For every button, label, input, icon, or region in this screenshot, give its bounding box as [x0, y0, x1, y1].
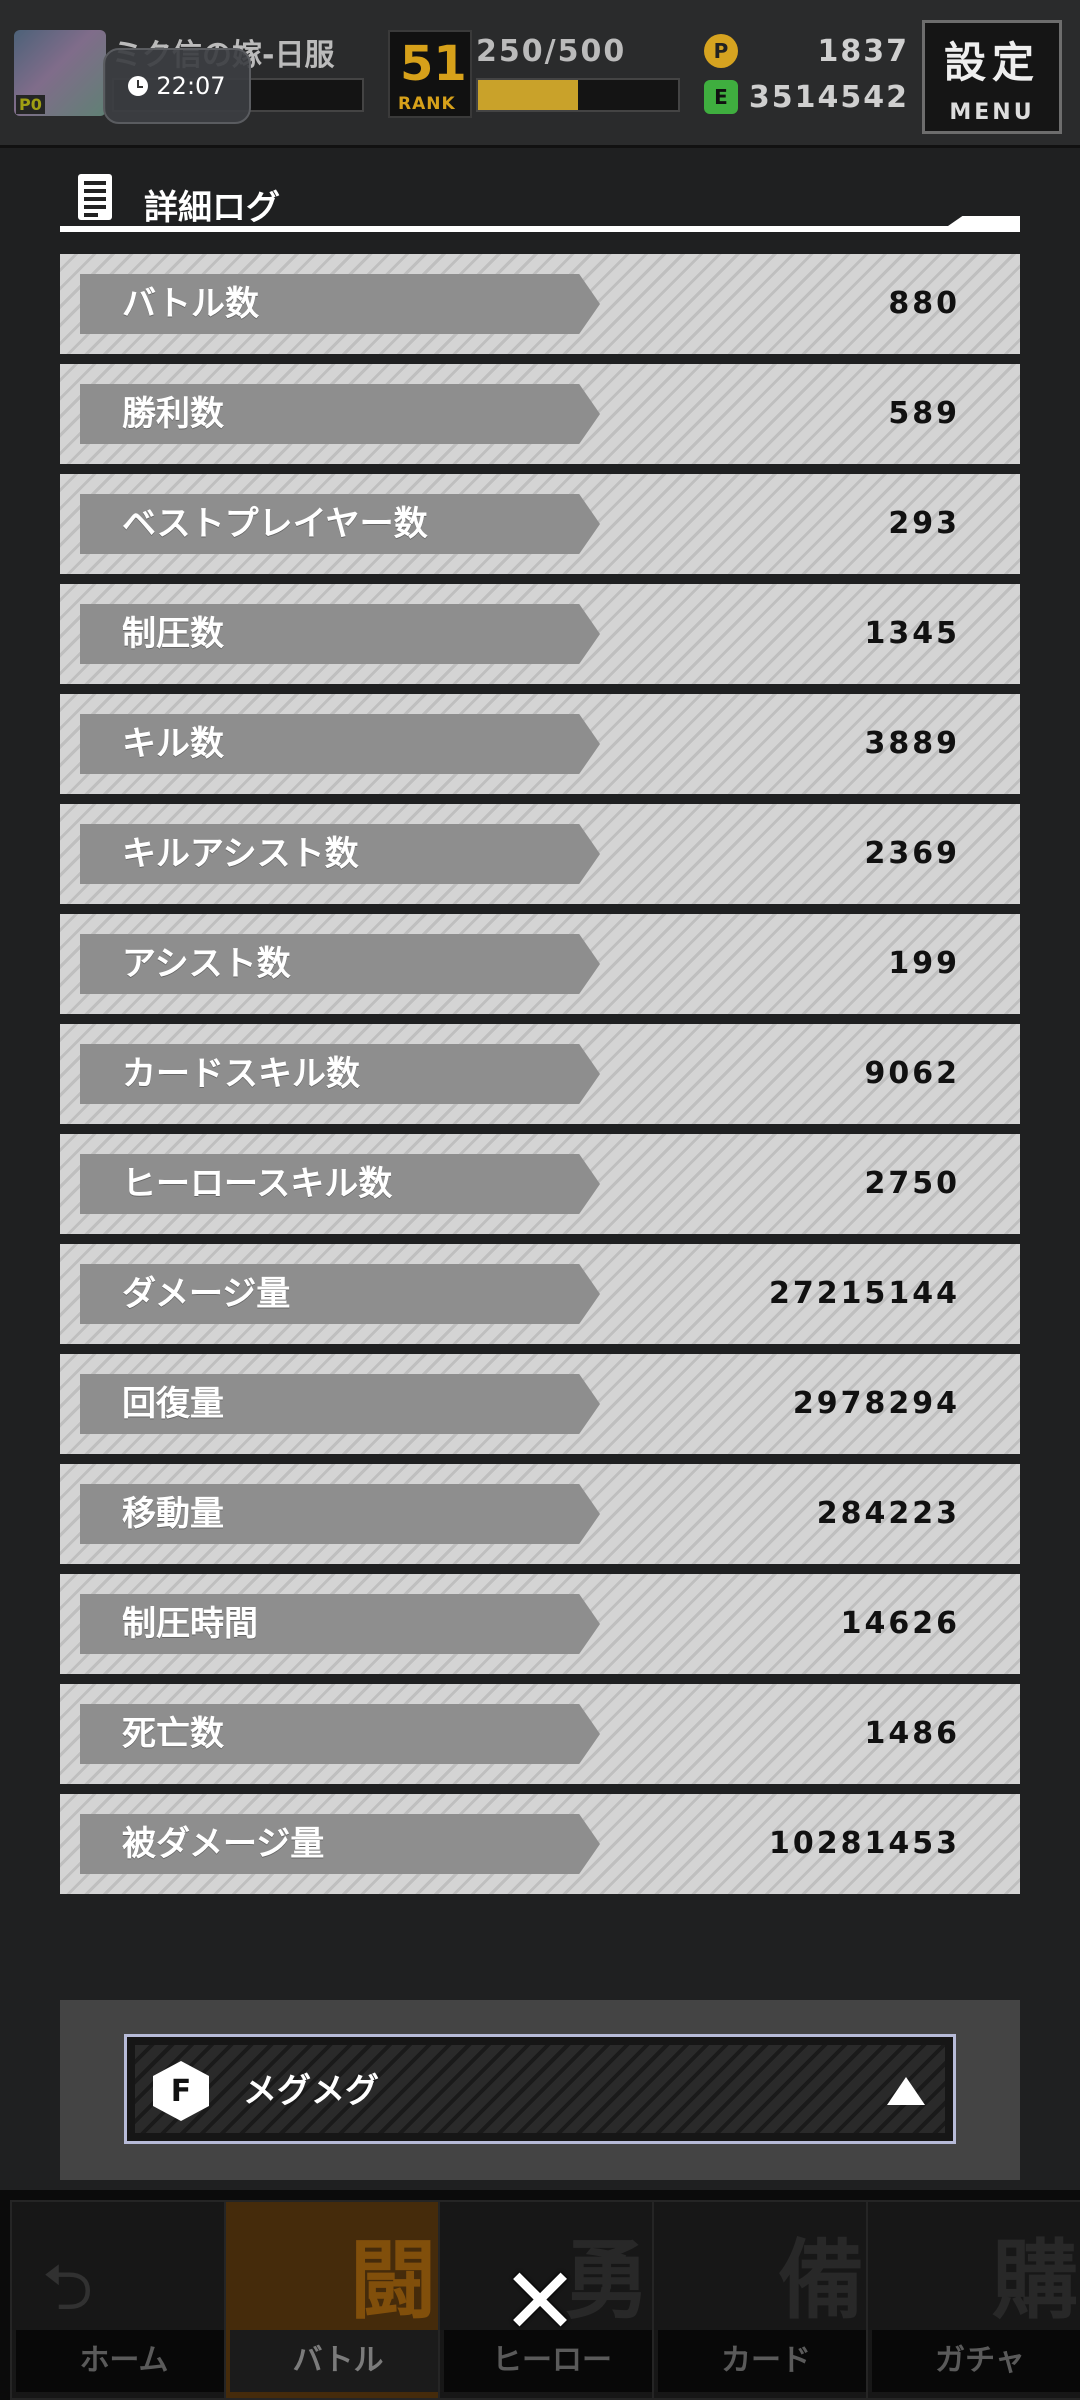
- hero-class-icon: F: [153, 2061, 209, 2121]
- stamina-value: 250/500: [476, 34, 627, 69]
- stat-value: 10281453: [769, 1826, 960, 1861]
- stat-value: 2750: [864, 1166, 960, 1201]
- log-list-icon: [78, 174, 112, 220]
- stamina-bar-fill: [478, 80, 578, 110]
- rank-badge: 51 RANK: [388, 30, 472, 118]
- stat-row: ダメージ量 27215144: [60, 1244, 1020, 1344]
- green-coin-icon: E: [704, 80, 738, 114]
- selected-hero-name: メグメグ: [243, 2071, 379, 2111]
- stat-label: 制圧時間: [80, 1594, 600, 1654]
- stat-row: 勝利数 589: [60, 364, 1020, 464]
- menu-button-kanji: 設定: [943, 38, 1040, 87]
- stat-value: 589: [888, 396, 960, 431]
- rank-label: RANK: [398, 94, 456, 114]
- clock-time: 22:07: [156, 72, 226, 100]
- stat-value: 3889: [864, 726, 960, 761]
- nav-tab-card[interactable]: 備カード: [652, 2200, 880, 2400]
- nav-tab-battle[interactable]: 闘バトル: [224, 2200, 452, 2400]
- stat-label: 勝利数: [80, 384, 600, 444]
- nav-tab-gacha[interactable]: 購ガチャ: [866, 2200, 1080, 2400]
- stat-row: カードスキル数 9062: [60, 1024, 1020, 1124]
- stat-row: アシスト数 199: [60, 914, 1020, 1014]
- nav-label: ガチャ: [872, 2330, 1080, 2392]
- triangle-up-icon: [887, 2077, 925, 2105]
- stat-label: アシスト数: [80, 934, 600, 994]
- title-divider: [60, 226, 1020, 232]
- hero-select-dropdown[interactable]: F メグメグ: [124, 2034, 956, 2144]
- menu-button-label: MENU: [949, 100, 1035, 125]
- stat-row: 移動量 284223: [60, 1464, 1020, 1564]
- stat-value: 1345: [864, 616, 960, 651]
- stat-label: キル数: [80, 714, 600, 774]
- stat-row: 回復量 2978294: [60, 1354, 1020, 1454]
- nav-tab-home[interactable]: ⮌ ホーム: [10, 2200, 238, 2400]
- stat-value: 880: [888, 286, 960, 321]
- stat-label: キルアシスト数: [80, 824, 600, 884]
- stat-value: 2978294: [792, 1386, 960, 1421]
- player-avatar[interactable]: P0: [14, 30, 106, 116]
- stat-label: ヒーロースキル数: [80, 1154, 600, 1214]
- stat-value: 199: [888, 946, 960, 981]
- clock-overlay: 22:07: [103, 48, 251, 124]
- stat-label: カードスキル数: [80, 1044, 600, 1104]
- stat-row: キルアシスト数 2369: [60, 804, 1020, 904]
- green-currency: E 3514542: [704, 80, 909, 118]
- stat-row: 制圧時間 14626: [60, 1574, 1020, 1674]
- stat-label: バトル数: [80, 274, 600, 334]
- stat-value: 14626: [840, 1606, 960, 1641]
- stat-label: ベストプレイヤー数: [80, 494, 600, 554]
- stat-label: 移動量: [80, 1484, 600, 1544]
- stat-label: 制圧数: [80, 604, 600, 664]
- stat-row: 被ダメージ量 10281453: [60, 1794, 1020, 1894]
- stats-list: バトル数 880 勝利数 589 ベストプレイヤー数 293 制圧数 1345 キル数 3889 キ…: [60, 254, 1020, 1904]
- stat-value: 293: [888, 506, 960, 541]
- stat-label: 被ダメージ量: [80, 1814, 600, 1874]
- stat-row: 制圧数 1345: [60, 584, 1020, 684]
- stat-value: 9062: [864, 1056, 960, 1091]
- stat-row: キル数 3889: [60, 694, 1020, 794]
- gold-currency-value: 1837: [817, 34, 909, 69]
- close-button[interactable]: ✕: [496, 2256, 584, 2348]
- rank-number: 51: [400, 36, 467, 92]
- hero-selector-panel: F メグメグ: [60, 2000, 1020, 2180]
- stat-label: ダメージ量: [80, 1264, 600, 1324]
- stat-label: 回復量: [80, 1374, 600, 1434]
- stat-value: 284223: [816, 1496, 960, 1531]
- nav-label: バトル: [230, 2330, 446, 2392]
- nav-label: ホーム: [16, 2330, 232, 2392]
- settings-menu-button[interactable]: 設定 MENU: [922, 20, 1062, 134]
- green-currency-value: 3514542: [748, 80, 909, 115]
- gold-currency: P 1837: [704, 34, 909, 72]
- nav-label: カード: [658, 2330, 874, 2392]
- nav-kanji: 闘: [350, 2231, 436, 2331]
- nav-kanji: 備: [778, 2231, 864, 2331]
- stat-row: ベストプレイヤー数 293: [60, 474, 1020, 574]
- stat-value: 27215144: [769, 1276, 960, 1311]
- stamina-bar: [476, 78, 680, 112]
- stat-row: 死亡数 1486: [60, 1684, 1020, 1784]
- stat-row: バトル数 880: [60, 254, 1020, 354]
- stat-value: 2369: [864, 836, 960, 871]
- stat-row: ヒーロースキル数 2750: [60, 1134, 1020, 1234]
- gold-coin-icon: P: [704, 34, 738, 68]
- clock-icon: [128, 76, 149, 96]
- stat-label: 死亡数: [80, 1704, 600, 1764]
- panel-title: 詳細ログ: [144, 188, 280, 228]
- stat-value: 1486: [864, 1716, 960, 1751]
- player-badge: P0: [16, 95, 45, 114]
- nav-kanji: 購: [992, 2231, 1078, 2331]
